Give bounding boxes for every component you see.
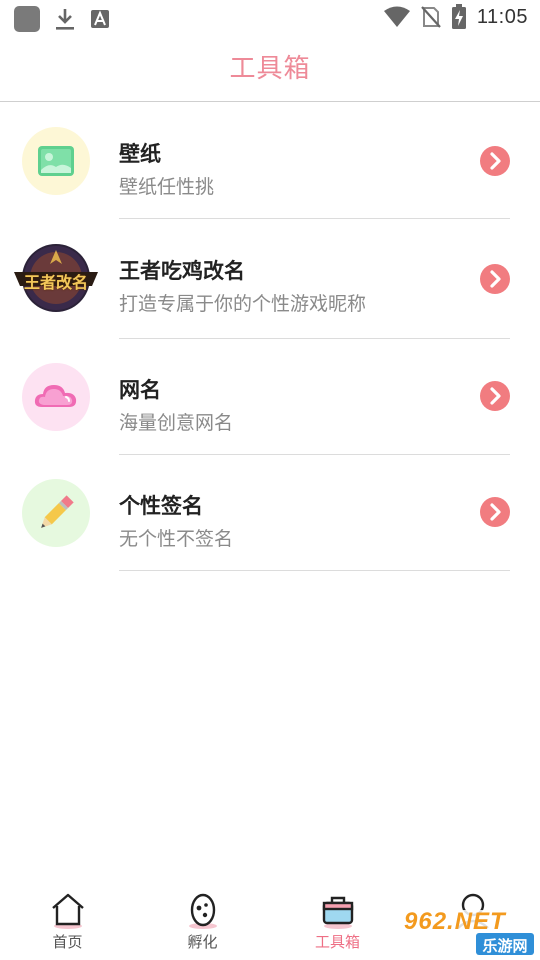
status-bar: 11:05 — [0, 0, 540, 36]
game-rename-badge: 王者改名 — [23, 273, 88, 292]
cloud-icon — [22, 363, 90, 431]
egg-icon — [188, 893, 217, 929]
title-bar: 工具箱 — [0, 36, 540, 102]
toolbox-icon — [322, 896, 353, 929]
tool-subtitle: 打造专属于你的个性游戏昵称 — [119, 293, 367, 315]
nav-item-toolbox[interactable]: 工具箱 — [270, 880, 405, 960]
nav-label-active: 工具箱 — [314, 933, 360, 951]
tool-list: 壁纸 壁纸任性挑 王者改名 王者吃鸡改名 打造专属于你的个性游戏昵称 网名 海量… — [0, 102, 540, 571]
site-watermark: 962.NET 乐游网 — [400, 906, 536, 958]
tool-item-game-rename[interactable]: 王者改名 王者吃鸡改名 打造专属于你的个性游戏昵称 — [0, 219, 540, 339]
a-font-icon — [91, 10, 109, 28]
tool-subtitle: 海量创意网名 — [119, 412, 234, 434]
game-rename-icon: 王者改名 — [14, 244, 98, 312]
tool-item-nickname[interactable]: 网名 海量创意网名 — [0, 339, 540, 455]
tool-item-signature[interactable]: 个性签名 无个性不签名 — [0, 455, 540, 571]
tool-title: 网名 — [119, 378, 161, 402]
download-icon — [56, 9, 74, 30]
wallpaper-icon — [22, 127, 90, 195]
app-square-icon — [14, 6, 40, 32]
watermark-text-top: 962.NET — [404, 908, 506, 935]
page-title: 工具箱 — [229, 54, 311, 84]
wifi-icon — [383, 6, 410, 27]
watermark-text-bottom: 乐游网 — [482, 937, 528, 955]
nav-item-hatch[interactable]: 孵化 — [135, 880, 270, 960]
home-icon — [51, 893, 84, 929]
tool-title: 个性签名 — [119, 494, 203, 518]
divider — [119, 570, 510, 571]
chevron-right-icon[interactable] — [480, 264, 510, 294]
tool-title: 壁纸 — [119, 142, 161, 166]
status-left — [14, 6, 110, 32]
tool-subtitle: 壁纸任性挑 — [119, 176, 215, 198]
tool-item-wallpaper[interactable]: 壁纸 壁纸任性挑 — [0, 102, 540, 219]
tool-subtitle: 无个性不签名 — [119, 528, 234, 550]
nav-label: 孵化 — [187, 933, 218, 951]
tool-title: 王者吃鸡改名 — [119, 259, 245, 283]
chevron-right-icon[interactable] — [480, 146, 510, 176]
nav-item-home[interactable]: 首页 — [0, 880, 135, 960]
chevron-right-icon[interactable] — [480, 381, 510, 411]
nav-label: 首页 — [52, 933, 83, 951]
status-right: 11:05 — [383, 4, 528, 30]
pencil-icon — [22, 479, 90, 547]
status-time: 11:05 — [476, 5, 528, 28]
no-sim-icon — [421, 6, 441, 28]
battery-charging-icon — [451, 4, 466, 29]
chevron-right-icon[interactable] — [480, 497, 510, 527]
